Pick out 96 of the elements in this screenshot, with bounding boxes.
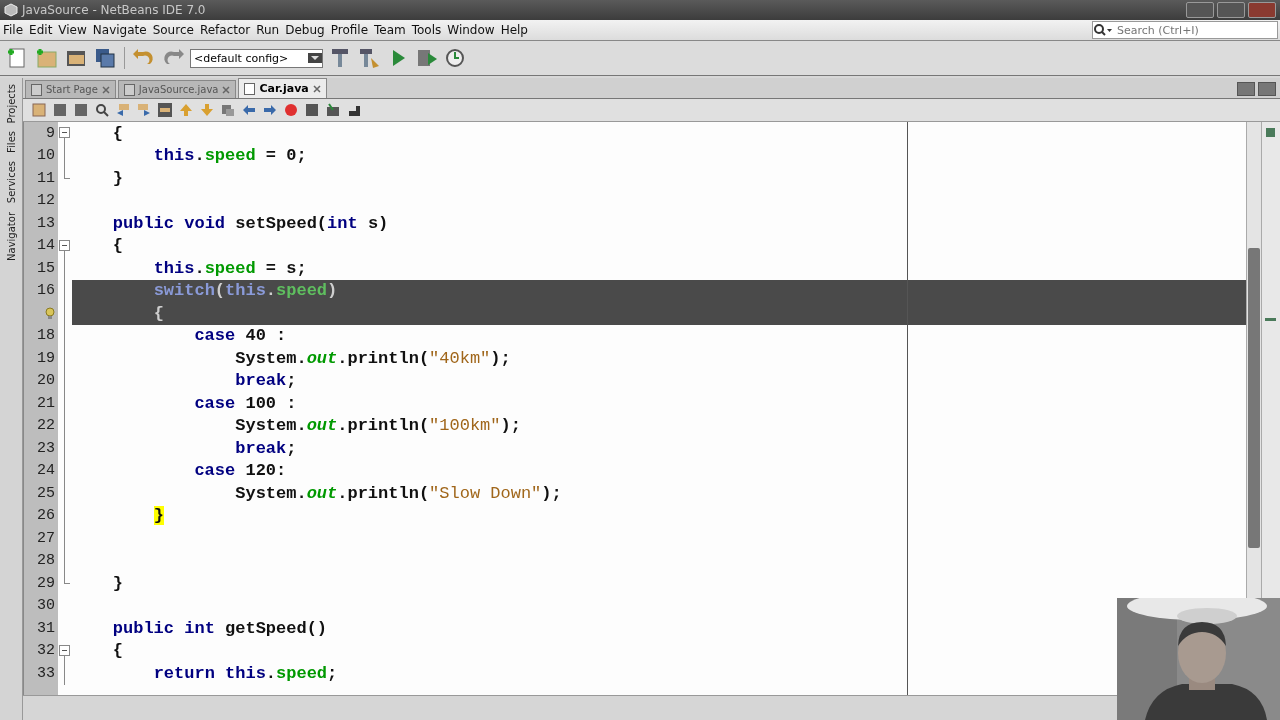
code-line: System.out.println("100km"); bbox=[234, 415, 521, 437]
save-all-icon[interactable] bbox=[93, 46, 117, 70]
status-indicator-icon bbox=[1266, 128, 1275, 137]
line-number: 27 bbox=[37, 529, 55, 547]
scrollbar-thumb[interactable] bbox=[1248, 248, 1260, 548]
lightbulb-icon[interactable] bbox=[45, 306, 55, 320]
highlight-icon[interactable] bbox=[157, 102, 173, 118]
editor-tab[interactable]: Car.java bbox=[238, 78, 327, 98]
line-number: 16 bbox=[37, 282, 55, 300]
menu-item[interactable]: Edit bbox=[26, 23, 56, 37]
code-line: switch(this.speed) bbox=[152, 280, 338, 302]
editor-tab[interactable]: Start Page bbox=[25, 80, 116, 98]
line-number: 28 bbox=[37, 552, 55, 570]
code-line: } bbox=[111, 572, 123, 595]
line-number: 13 bbox=[37, 214, 55, 232]
fold-toggle-icon[interactable] bbox=[59, 644, 70, 656]
line-number: 15 bbox=[37, 259, 55, 277]
find-previous-icon[interactable] bbox=[115, 102, 131, 118]
code-line: { bbox=[111, 122, 123, 145]
find-next-icon[interactable] bbox=[136, 102, 152, 118]
close-icon[interactable] bbox=[222, 85, 231, 94]
window-title: JavaSource - NetBeans IDE 7.0 bbox=[22, 3, 206, 17]
line-number: 10 bbox=[37, 147, 55, 165]
code-line: System.out.println("40km"); bbox=[234, 347, 511, 370]
caret-icon bbox=[308, 53, 322, 63]
line-number: 25 bbox=[37, 484, 55, 502]
line-number: 31 bbox=[37, 619, 55, 637]
code-line: this.speed = s; bbox=[152, 257, 307, 280]
code-line: break; bbox=[234, 370, 297, 392]
app-icon bbox=[4, 3, 18, 17]
line-number: 9 bbox=[46, 124, 55, 142]
menu-item[interactable]: Tools bbox=[408, 23, 445, 37]
close-button[interactable] bbox=[1248, 2, 1276, 18]
line-number: 19 bbox=[37, 349, 55, 367]
code-line: System.out.println("Slow Down"); bbox=[234, 482, 562, 505]
code-line: case 120: bbox=[193, 460, 287, 482]
menu-item[interactable]: Refactor bbox=[196, 23, 254, 37]
find-icon[interactable] bbox=[94, 102, 110, 118]
code-line: case 100 : bbox=[193, 392, 297, 415]
menu-item[interactable]: Profile bbox=[327, 23, 371, 37]
menu-item[interactable]: Team bbox=[371, 23, 409, 37]
line-number: 32 bbox=[37, 642, 55, 660]
editor-tab[interactable]: JavaSource.java bbox=[117, 80, 237, 98]
line-number: 23 bbox=[37, 439, 55, 457]
new-project-icon[interactable] bbox=[35, 46, 59, 70]
close-icon[interactable] bbox=[101, 85, 110, 94]
line-number: 33 bbox=[37, 664, 55, 682]
code-line: case 40 : bbox=[193, 325, 287, 347]
code-line: break; bbox=[234, 437, 297, 460]
file-icon bbox=[31, 83, 42, 96]
restore-button[interactable] bbox=[1217, 2, 1245, 18]
record-icon[interactable] bbox=[283, 102, 299, 118]
line-number: 18 bbox=[37, 327, 55, 345]
line-number: 11 bbox=[37, 169, 55, 187]
menu-item[interactable]: Help bbox=[497, 23, 531, 37]
side-panel-tab[interactable]: Projects bbox=[5, 84, 17, 124]
line-number: 21 bbox=[37, 394, 55, 412]
file-icon bbox=[244, 82, 256, 95]
line-number: 30 bbox=[37, 597, 55, 615]
side-panel-tab[interactable]: Navigator bbox=[5, 211, 17, 261]
menu-item[interactable]: Source bbox=[149, 23, 197, 37]
close-icon[interactable] bbox=[312, 84, 321, 93]
code-line: return this.speed; bbox=[152, 662, 338, 685]
line-number: 24 bbox=[37, 462, 55, 480]
code-line: { bbox=[152, 302, 164, 325]
shift-right-icon[interactable] bbox=[262, 102, 278, 118]
line-number: 20 bbox=[37, 372, 55, 390]
configuration-dropdown[interactable]: <default config> bbox=[190, 48, 323, 68]
code-line: { bbox=[111, 235, 123, 257]
menu-item[interactable]: Debug bbox=[282, 23, 328, 37]
minimize-button[interactable] bbox=[1186, 2, 1214, 18]
fold-toggle-icon[interactable] bbox=[59, 239, 70, 251]
tab-label: JavaSource.java bbox=[138, 84, 219, 95]
stop-icon[interactable] bbox=[304, 102, 320, 118]
menu-item[interactable]: Run bbox=[253, 23, 283, 37]
fold-toggle-icon[interactable] bbox=[59, 127, 70, 138]
code-line: public int getSpeed() bbox=[111, 617, 328, 640]
hammer-broom-icon[interactable] bbox=[357, 46, 381, 70]
code-line: { bbox=[111, 640, 123, 662]
code-line: public void setSpeed(int s) bbox=[111, 212, 389, 235]
file-icon bbox=[123, 83, 135, 96]
line-number: 29 bbox=[37, 574, 55, 592]
tab-label: Start Page bbox=[46, 84, 98, 95]
side-panel-tab[interactable]: Services bbox=[5, 161, 17, 204]
tab-label: Car.java bbox=[259, 82, 309, 95]
code-line: this.speed = 0; bbox=[152, 145, 307, 167]
side-panel-tab[interactable]: Files bbox=[5, 131, 17, 154]
menu-item[interactable]: View bbox=[55, 23, 90, 37]
menu-item[interactable]: Navigate bbox=[89, 23, 150, 37]
line-number: 12 bbox=[37, 192, 55, 210]
code-line: } bbox=[111, 167, 123, 190]
line-number: 22 bbox=[37, 417, 55, 435]
menu-item[interactable]: File bbox=[0, 23, 27, 37]
menu-item[interactable]: Window bbox=[444, 23, 498, 37]
line-number: 26 bbox=[37, 507, 55, 525]
line-number: 14 bbox=[37, 237, 55, 255]
